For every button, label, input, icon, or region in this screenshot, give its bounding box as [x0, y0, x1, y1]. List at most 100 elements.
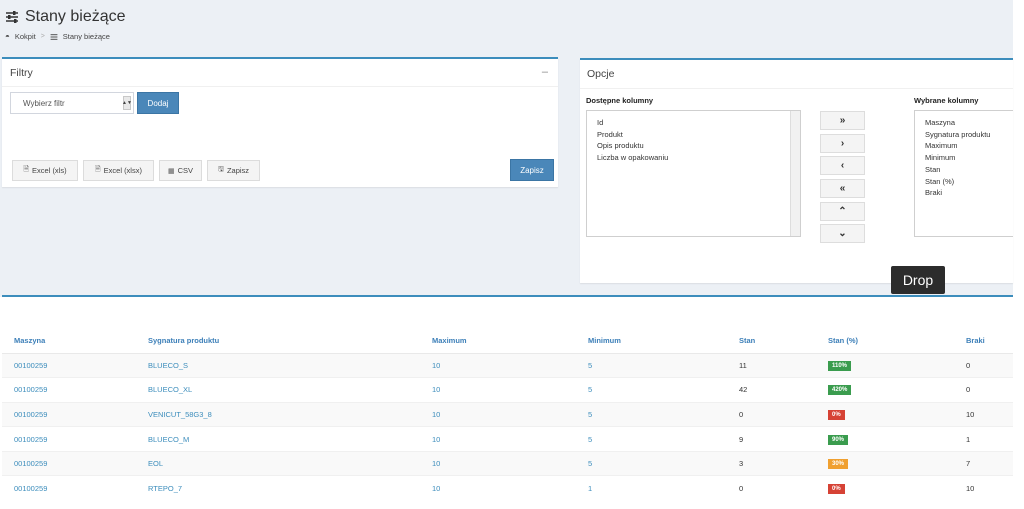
- list-item[interactable]: Sygnatura produktu: [925, 129, 1003, 141]
- cell-maszyna-text[interactable]: 00100259: [14, 410, 47, 419]
- status-badge: 110%: [828, 360, 852, 371]
- table-row[interactable]: 00100259 BLUECO_M 10 5 9 90% 1: [2, 426, 1013, 452]
- list-item[interactable]: Id: [597, 117, 790, 129]
- selected-columns-label: Wybrane kolumny: [914, 96, 979, 105]
- move-right-button[interactable]: ›: [820, 134, 865, 153]
- available-columns-label: Dostępne kolumny: [586, 96, 654, 105]
- cell-sygnatura-text[interactable]: EOL: [148, 459, 163, 468]
- column-header-minimum[interactable]: Minimum: [588, 329, 739, 354]
- cell-stan-text: 0: [739, 409, 744, 419]
- cell-sygnatura: VENICUT_58G3_8: [148, 401, 432, 427]
- cell-sygnatura-text[interactable]: RTEPO_7: [148, 484, 182, 493]
- status-badge: 0%: [828, 484, 845, 495]
- list-item[interactable]: Minimum: [925, 152, 1003, 164]
- cell-maszyna: 00100259: [2, 377, 148, 403]
- cell-braki: 10: [966, 475, 1013, 501]
- cell-maszyna-text[interactable]: 00100259: [14, 361, 47, 370]
- cell-maximum-text[interactable]: 10: [432, 459, 440, 468]
- breadcrumb-home[interactable]: Kokpit: [15, 32, 36, 41]
- cell-maszyna-text[interactable]: 00100259: [14, 435, 47, 444]
- column-header-stan-pct[interactable]: Stan (%): [828, 329, 966, 354]
- status-badge: 90%: [828, 434, 849, 445]
- list-item[interactable]: Stan: [925, 164, 1003, 176]
- cell-sygnatura: BLUECO_M: [148, 426, 432, 452]
- list-item[interactable]: Braki: [925, 187, 1003, 199]
- table-row[interactable]: 00100259 BLUECO_S 10 5 11 110% 0: [2, 352, 1013, 378]
- cell-braki: 0: [966, 377, 1013, 403]
- column-header-maximum[interactable]: Maximum: [432, 329, 588, 354]
- cell-maszyna-text[interactable]: 00100259: [14, 459, 47, 468]
- cell-minimum-text[interactable]: 5: [588, 435, 592, 444]
- list-item[interactable]: Opis produktu: [597, 140, 790, 152]
- floppy-icon: 🖫: [217, 166, 224, 173]
- cell-maximum: 10: [432, 377, 588, 403]
- cell-maximum-text[interactable]: 10: [432, 385, 440, 394]
- column-header-sygnatura[interactable]: Sygnatura produktu: [148, 329, 432, 354]
- cell-maszyna-text[interactable]: 00100259: [14, 484, 47, 493]
- cell-maximum-text[interactable]: 10: [432, 435, 440, 444]
- export-csv-button[interactable]: ▦ CSV: [159, 160, 202, 181]
- collapse-icon[interactable]: –: [542, 66, 548, 78]
- cell-minimum-text[interactable]: 5: [588, 361, 592, 370]
- list-item[interactable]: Maszyna: [925, 117, 1003, 129]
- list-item[interactable]: Produkt: [597, 129, 790, 141]
- move-all-right-button[interactable]: »: [820, 111, 865, 130]
- cell-minimum-text[interactable]: 5: [588, 410, 592, 419]
- column-header-braki[interactable]: Braki: [966, 329, 1013, 354]
- cell-maximum: 10: [432, 450, 588, 476]
- move-down-button[interactable]: ⌄: [820, 224, 865, 243]
- cell-maximum-text[interactable]: 10: [432, 361, 440, 370]
- save-button[interactable]: Zapisz: [510, 159, 554, 181]
- move-all-left-button[interactable]: «: [820, 179, 865, 198]
- cell-stan-text: 0: [739, 484, 744, 494]
- cell-braki: 1: [966, 426, 1013, 452]
- cell-minimum: 5: [588, 450, 739, 476]
- cell-braki-text: 1: [966, 434, 971, 444]
- cell-maximum-text[interactable]: 10: [432, 484, 440, 493]
- column-header-stan[interactable]: Stan: [739, 329, 828, 354]
- cell-sygnatura-text[interactable]: BLUECO_M: [148, 435, 189, 444]
- cell-sygnatura-text[interactable]: BLUECO_S: [148, 361, 188, 370]
- list-item[interactable]: Stan (%): [925, 176, 1003, 188]
- cell-stan: 3: [739, 450, 828, 476]
- move-left-button[interactable]: ‹: [820, 156, 865, 175]
- cell-braki: 0: [966, 352, 1013, 378]
- cell-maszyna-text[interactable]: 00100259: [14, 385, 47, 394]
- filters-panel-header: Filtry –: [2, 59, 558, 87]
- table-row[interactable]: 00100259 RTEPO_7 10 1 0 0% 10: [2, 475, 1013, 501]
- cell-stan-pct: 0%: [828, 475, 966, 501]
- table-row[interactable]: 00100259 VENICUT_58G3_8 10 5 0 0% 10: [2, 401, 1013, 427]
- cell-stan-pct: 30%: [828, 450, 966, 476]
- column-header-maszyna[interactable]: Maszyna: [2, 329, 148, 354]
- selected-columns-list[interactable]: Maszyna Sygnatura produktu Maximum Minim…: [914, 110, 1013, 237]
- save-view-button[interactable]: 🖫 Zapisz: [207, 160, 260, 181]
- export-xlsx-label: Excel (xlsx): [103, 166, 142, 175]
- list-item[interactable]: Maximum: [925, 140, 1003, 152]
- options-title: Opcje: [587, 68, 615, 80]
- cell-sygnatura: RTEPO_7: [148, 475, 432, 501]
- cell-minimum-text[interactable]: 1: [588, 484, 592, 493]
- cell-braki-text: 0: [966, 360, 971, 370]
- table-row[interactable]: 00100259 BLUECO_XL 10 5 42 420% 0: [2, 377, 1013, 403]
- cell-maximum: 10: [432, 475, 588, 501]
- cell-stan-pct: 420%: [828, 377, 966, 403]
- cell-minimum-text[interactable]: 5: [588, 459, 592, 468]
- add-filter-button[interactable]: Dodaj: [137, 92, 179, 114]
- list-item[interactable]: Liczba w opakowaniu: [597, 152, 790, 164]
- export-xlsx-button[interactable]: 🗎 Excel (xlsx): [83, 160, 154, 181]
- filter-select[interactable]: Wybierz filtr ▲▼: [10, 92, 134, 114]
- scrollbar[interactable]: [790, 111, 800, 236]
- cell-minimum-text[interactable]: 5: [588, 385, 592, 394]
- cell-maximum-text[interactable]: 10: [432, 410, 440, 419]
- cell-sygnatura-text[interactable]: VENICUT_58G3_8: [148, 410, 212, 419]
- available-columns-list[interactable]: Id Produkt Opis produktu Liczba w opakow…: [586, 110, 801, 237]
- breadcrumb-separator: >: [40, 33, 45, 40]
- cell-maszyna: 00100259: [2, 426, 148, 452]
- move-up-button[interactable]: ⌃: [820, 202, 865, 221]
- cell-maszyna: 00100259: [2, 450, 148, 476]
- cell-braki: 7: [966, 450, 1013, 476]
- cell-maszyna: 00100259: [2, 401, 148, 427]
- cell-sygnatura-text[interactable]: BLUECO_XL: [148, 385, 192, 394]
- table-row[interactable]: 00100259 EOL 10 5 3 30% 7: [2, 450, 1013, 476]
- export-xls-button[interactable]: 🗎 Excel (xls): [12, 160, 78, 181]
